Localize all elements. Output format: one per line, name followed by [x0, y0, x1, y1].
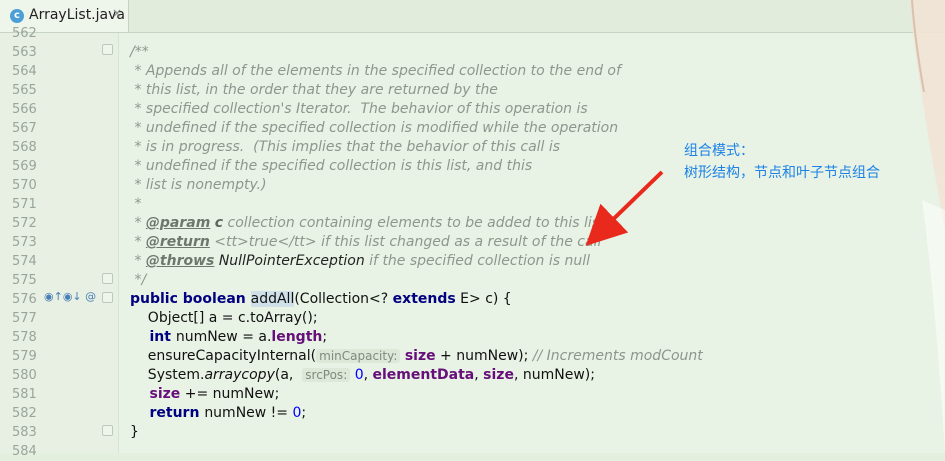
annotation-note: 组合模式： 树形结构，节点和叶子节点组合	[684, 140, 880, 184]
decorative-figure-arm	[910, 0, 945, 453]
red-arrow-icon	[585, 170, 664, 246]
annotation-desc: 树形结构，节点和叶子节点组合	[684, 165, 880, 181]
annotation-title: 组合模式：	[684, 143, 754, 159]
